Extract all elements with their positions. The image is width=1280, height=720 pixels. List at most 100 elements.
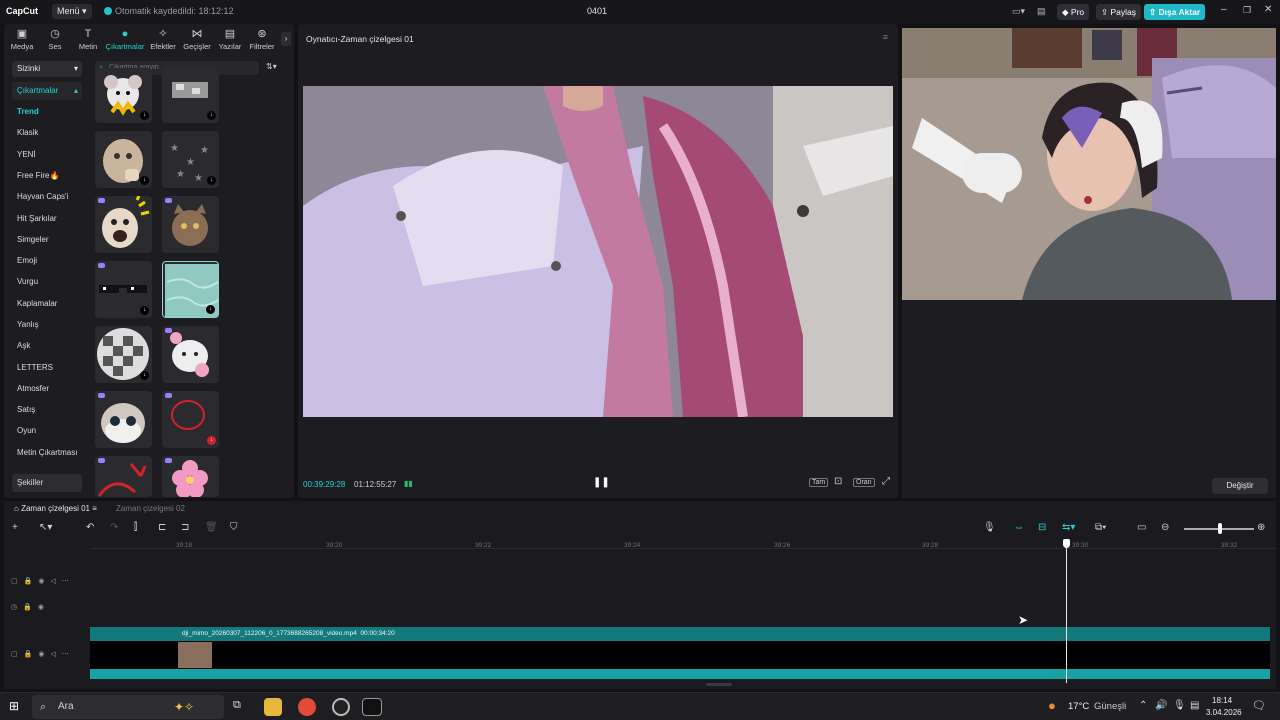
tab-captions[interactable]: ▤ Yazılar xyxy=(214,28,246,51)
add-icon[interactable]: + xyxy=(12,522,18,533)
close-icon[interactable]: ✕ xyxy=(1264,4,1272,15)
maximize-icon[interactable]: ❐ xyxy=(1243,5,1251,16)
sticker-item[interactable]: ↓ xyxy=(162,68,219,123)
sticker-item[interactable] xyxy=(95,456,152,497)
sticker-item[interactable]: ↓ xyxy=(95,326,152,383)
timeline-scrollbar[interactable] xyxy=(706,683,732,686)
ratio-button[interactable]: Oran xyxy=(853,478,875,487)
pro-button[interactable]: ◆ Pro xyxy=(1057,4,1090,20)
sticker-item[interactable]: ↓ xyxy=(162,261,219,318)
download-icon[interactable]: ↓ xyxy=(207,436,216,445)
time-ruler[interactable] xyxy=(90,537,1276,549)
category-shapes[interactable]: Şekiller xyxy=(12,474,82,492)
filter-icon[interactable]: ⇅▾ xyxy=(266,62,277,71)
for-you-select[interactable]: Sizinki ▾ xyxy=(12,61,82,77)
download-icon[interactable]: ↓ xyxy=(140,176,149,185)
sticker-item[interactable] xyxy=(95,196,152,253)
captions-icon[interactable]: ▭ xyxy=(1137,522,1146,533)
category-item[interactable]: Satış xyxy=(12,401,82,419)
track-controls[interactable]: ▢🔒◉◁⋯ xyxy=(11,577,75,585)
playhead[interactable] xyxy=(1066,543,1067,683)
download-icon[interactable]: ↓ xyxy=(140,306,149,315)
zoom-slider-thumb[interactable] xyxy=(1218,523,1222,534)
chrome-icon[interactable] xyxy=(298,698,316,716)
category-item[interactable]: Free Fire🔥 xyxy=(12,167,82,185)
speaker-icon[interactable]: 🔊 xyxy=(1155,700,1167,711)
undo-icon[interactable]: ↶ xyxy=(86,522,94,533)
network-icon[interactable]: ▤ xyxy=(1190,700,1199,711)
category-item[interactable]: Oyun xyxy=(12,422,82,440)
delete-icon[interactable]: 🗑 xyxy=(205,522,218,533)
category-item[interactable]: Atmosfer xyxy=(12,380,82,398)
category-item[interactable]: Yanlış xyxy=(12,316,82,334)
category-item[interactable]: Hit Şarkılar xyxy=(12,210,82,228)
shield-icon[interactable]: ⛉ xyxy=(230,522,238,533)
tab-timeline-02[interactable]: Zaman çizelgesi 02 xyxy=(116,504,185,513)
microphone-icon[interactable]: 🎙 xyxy=(1173,700,1186,711)
minimize-icon[interactable]: – xyxy=(1221,4,1227,15)
export-button[interactable]: ⇧ Dışa Aktar xyxy=(1144,4,1206,20)
download-icon[interactable]: ↓ xyxy=(140,111,149,120)
menu-icon[interactable]: ≡ xyxy=(883,32,888,42)
trim-right-icon[interactable]: ⊐ xyxy=(181,522,189,533)
sticker-item[interactable]: ★ ★ ★ ★ ★ ↓ xyxy=(162,131,219,188)
obs-icon[interactable] xyxy=(332,698,350,716)
fullscreen-icon[interactable]: ⤢ xyxy=(882,476,890,487)
sticker-item[interactable] xyxy=(162,196,219,253)
snap-icon[interactable]: ⊟ xyxy=(1038,522,1046,533)
track-controls[interactable]: ▢🔒◉◁⋯ xyxy=(11,650,75,658)
category-item[interactable]: Klasik xyxy=(12,124,82,142)
change-button[interactable]: Değiştir xyxy=(1212,478,1268,494)
download-icon[interactable]: ↓ xyxy=(140,371,149,380)
chevron-right-icon[interactable]: › xyxy=(281,32,291,46)
stickers-category-header[interactable]: Çıkartmalar ▴ xyxy=(12,82,82,100)
split-icon[interactable]: ⫿ xyxy=(134,522,137,533)
category-item[interactable]: LETTERS xyxy=(12,359,82,377)
sticker-item[interactable]: ↓ xyxy=(95,68,152,123)
windows-start-icon[interactable]: ⊞ xyxy=(9,699,19,713)
capcut-taskbar-icon[interactable] xyxy=(362,698,382,716)
notification-icon[interactable]: 🗨 xyxy=(1252,699,1266,712)
download-icon[interactable]: ↓ xyxy=(206,305,215,314)
download-icon[interactable]: ↓ xyxy=(207,111,216,120)
category-item[interactable]: Vurgu xyxy=(12,273,82,291)
category-item[interactable]: Kaplamalar xyxy=(12,295,82,313)
sticker-item[interactable] xyxy=(162,456,219,497)
layout-icon[interactable]: ▭▾ xyxy=(1012,6,1025,17)
sticker-item[interactable]: ↓ xyxy=(95,131,152,188)
tab-text[interactable]: T Metin xyxy=(72,28,104,51)
sticker-item[interactable]: ↓ xyxy=(95,261,152,318)
tab-filters[interactable]: ⊛ Filtreler xyxy=(246,28,278,51)
trim-left-icon[interactable]: ⊏ xyxy=(158,522,166,533)
tab-transitions[interactable]: ⋈ Geçişler xyxy=(181,28,213,51)
full-quality-button[interactable]: Tam xyxy=(809,478,829,487)
category-item[interactable]: Hayvan Caps'i xyxy=(12,188,82,206)
redo-icon[interactable]: ↷ xyxy=(110,522,118,533)
preview-axis-icon[interactable]: ⧉▾ xyxy=(1095,522,1106,533)
taskbar-search[interactable]: ⌕ Ara ✦✧ xyxy=(32,695,224,719)
chevron-up-icon[interactable]: ⌃ xyxy=(1139,700,1147,711)
sticker-item[interactable] xyxy=(162,326,219,383)
menu-button[interactable]: Menü ▾ xyxy=(52,4,92,19)
tab-media[interactable]: ▣ Medya xyxy=(6,28,38,51)
video-clip[interactable]: dji_mimo_20260307_112206_0_1773688265208… xyxy=(90,627,1270,679)
track-controls[interactable]: ◷🔒◉ xyxy=(11,603,50,611)
share-button[interactable]: ⇪ Paylaş xyxy=(1096,4,1141,20)
download-icon[interactable]: ↓ xyxy=(207,176,216,185)
pause-button[interactable]: ❚❚ xyxy=(593,477,610,488)
video-frame[interactable] xyxy=(303,86,893,417)
microphone-icon[interactable]: 🎙 xyxy=(983,522,996,533)
category-item[interactable]: YENİ xyxy=(12,146,82,164)
tab-timeline-01[interactable]: ⌂ Zaman çizelgesi 01 ≡ xyxy=(14,504,97,513)
tab-effects[interactable]: ✧ Efektler xyxy=(147,28,179,51)
category-item[interactable]: Trend xyxy=(12,103,82,121)
sticker-item[interactable] xyxy=(95,391,152,448)
tab-audio[interactable]: ◷ Ses xyxy=(39,28,71,51)
link-main-track-icon[interactable]: ⇔ xyxy=(1014,522,1024,533)
task-view-icon[interactable]: ⧉ xyxy=(233,699,241,712)
select-tool-icon[interactable]: ↖▾ xyxy=(39,522,52,533)
zoom-in-icon[interactable]: ⊕ xyxy=(1257,522,1265,533)
tab-stickers[interactable]: ● Çıkartmalar xyxy=(105,28,145,51)
zoom-out-icon[interactable]: ⊖ xyxy=(1161,522,1169,533)
category-item[interactable]: Aşk xyxy=(12,337,82,355)
